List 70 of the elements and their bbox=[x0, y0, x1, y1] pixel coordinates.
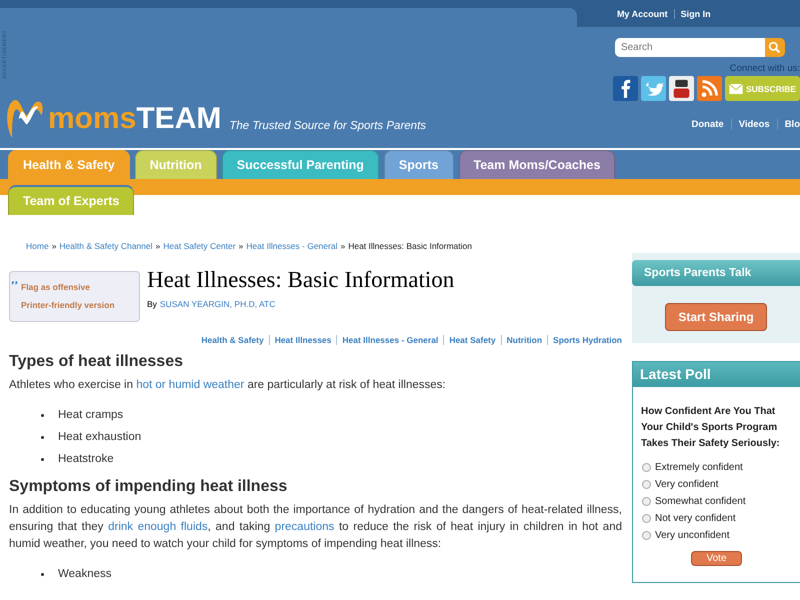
tag-link[interactable]: Heat Illnesses - General bbox=[336, 335, 444, 345]
option-label[interactable]: Somewhat confident bbox=[655, 496, 746, 507]
text-link[interactable]: precautions bbox=[274, 521, 334, 533]
breadcrumb-link[interactable]: Heat Safety Center bbox=[163, 241, 236, 251]
connect-label: Connect with us: bbox=[728, 63, 800, 74]
nav-link[interactable]: Donate bbox=[684, 119, 731, 130]
list-item: Heat exhaustion bbox=[58, 431, 142, 443]
nav-link[interactable]: Videos bbox=[730, 119, 777, 130]
bullet-icon bbox=[41, 414, 44, 416]
tag-link[interactable]: Heat Safety bbox=[443, 335, 501, 345]
option-label[interactable]: Very unconfident bbox=[655, 530, 730, 541]
tool-link[interactable]: Printer-friendly version bbox=[21, 300, 139, 310]
search-button[interactable] bbox=[764, 38, 785, 57]
tag-link[interactable]: Heat Illnesses bbox=[268, 335, 336, 345]
bullet-icon bbox=[41, 572, 44, 576]
nav-tab[interactable]: Sports bbox=[384, 150, 454, 179]
tag-link[interactable]: Nutrition bbox=[500, 335, 548, 345]
radio-button[interactable] bbox=[642, 497, 651, 506]
breadcrumb-separator: » bbox=[52, 241, 56, 251]
breadcrumb-separator: » bbox=[340, 241, 346, 251]
breadcrumb-separator: » bbox=[238, 241, 244, 251]
share-button[interactable]: Start Sharing bbox=[665, 303, 767, 331]
facebook-icon[interactable] bbox=[612, 76, 638, 101]
tag-link[interactable]: Health & Safety bbox=[196, 335, 269, 345]
tool-link[interactable]: Flag as offensive bbox=[21, 282, 139, 292]
tagline: The Trusted Source for Sports Parents bbox=[229, 120, 426, 132]
search-icon bbox=[768, 41, 782, 54]
tag-link[interactable]: Sports Hydration bbox=[547, 335, 622, 345]
poll-title: Latest Poll bbox=[633, 362, 800, 387]
list-item: Heat cramps bbox=[58, 409, 124, 421]
nav-tab[interactable]: Team Moms/Coaches bbox=[458, 150, 616, 179]
section-heading: Types of heat illnesses bbox=[9, 353, 184, 371]
bullet-icon bbox=[41, 436, 44, 438]
option-label[interactable]: Very confident bbox=[655, 479, 718, 490]
nav-tab[interactable]: Health & Safety bbox=[8, 150, 130, 179]
list-item: Weakness bbox=[58, 568, 112, 580]
radio-button[interactable] bbox=[642, 463, 651, 472]
section-heading: Symptoms of impending heat illness bbox=[9, 478, 288, 496]
nav-link[interactable]: Blo bbox=[776, 119, 800, 130]
paragraph: In addition to educating young athletes about both the importance of hydration and the dangers of heat-related illness, ensuring that they drink enough fluids, and taking precautions to reduce the risk of heat injury in children in hot and humid weather, you need to watch your child for symptoms of impending heat illness: bbox=[9, 503, 622, 552]
list-item: Heatstroke bbox=[58, 453, 114, 465]
byline-label: By bbox=[147, 299, 157, 309]
article-title: Heat Illnesses: Basic Information bbox=[147, 267, 454, 293]
breadcrumb-link[interactable]: Home bbox=[26, 241, 49, 251]
breadcrumb-separator: » bbox=[156, 241, 160, 251]
author-link[interactable]: SUSAN YEARGIN, PH.D, ATC bbox=[160, 299, 276, 309]
quote-icon bbox=[12, 281, 19, 286]
breadcrumb-link[interactable]: Heat Illnesses - General bbox=[246, 241, 338, 251]
text-link[interactable]: drink enough fluids bbox=[108, 521, 208, 533]
bullet-icon bbox=[41, 458, 44, 460]
rss-icon[interactable] bbox=[696, 76, 722, 101]
option-label[interactable]: Not very confident bbox=[655, 513, 736, 524]
breadcrumb-link[interactable]: Health & Safety Channel bbox=[59, 241, 153, 251]
envelope-icon bbox=[728, 84, 743, 94]
poll-question: How Confident Are You That Your Child's Sports Program Takes Their Safety Seriously: bbox=[640, 405, 781, 451]
account-link[interactable]: My Account bbox=[610, 8, 674, 18]
search-field[interactable]: Search bbox=[614, 38, 765, 57]
breadcrumb-current: Heat Illnesses: Basic Information bbox=[348, 241, 472, 251]
radio-button[interactable] bbox=[642, 531, 651, 540]
bird-icon[interactable] bbox=[640, 76, 666, 101]
vote-button[interactable]: Vote bbox=[691, 551, 742, 566]
talk-title: Sports Parents Talk bbox=[632, 260, 800, 286]
radio-button[interactable] bbox=[642, 514, 651, 523]
radio-button[interactable] bbox=[642, 480, 651, 489]
text-link[interactable]: hot or humid weather bbox=[136, 379, 244, 391]
option-label[interactable]: Extremely confident bbox=[655, 462, 743, 473]
account-link[interactable]: Sign In bbox=[674, 8, 717, 18]
paragraph: Athletes who exercise in hot or humid weather are particularly at risk of heat illnesses: bbox=[9, 378, 447, 393]
logo[interactable]: momsTEAM bbox=[4, 90, 222, 142]
nav-tab[interactable]: Successful Parenting bbox=[222, 150, 379, 179]
